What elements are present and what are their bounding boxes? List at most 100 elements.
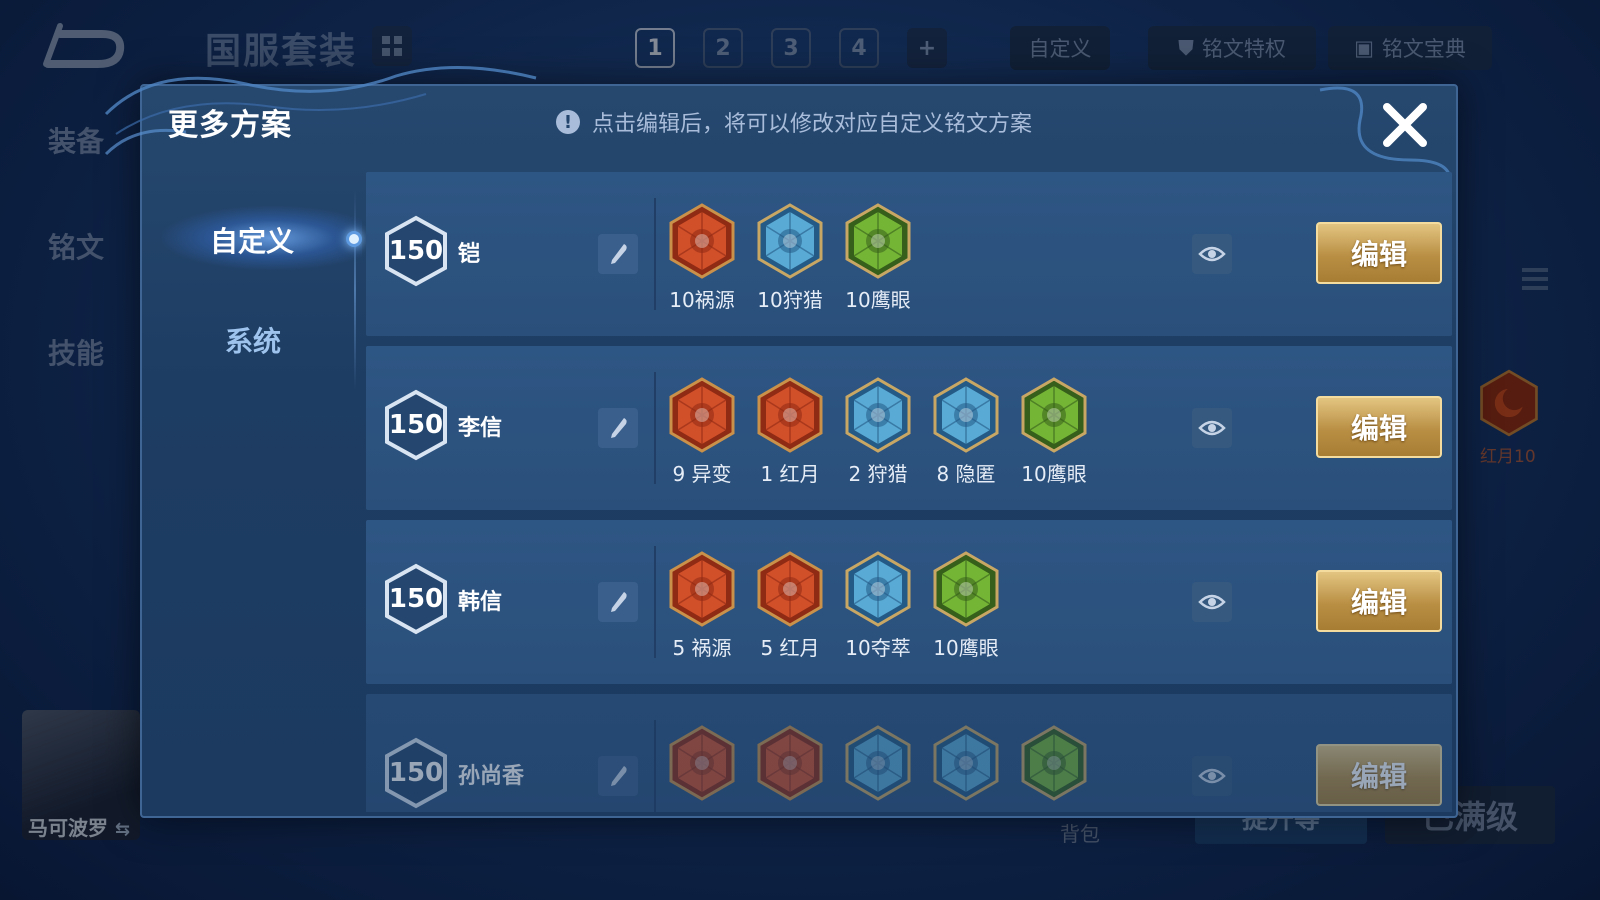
rune-privilege-button[interactable]: ⛊ 铭文特权: [1148, 26, 1316, 70]
privilege-icon: ⛊: [1178, 35, 1194, 60]
rune-item: [922, 724, 1010, 806]
rune-codex-label: 铭文宝典: [1381, 37, 1466, 61]
plan-list[interactable]: 150 铠 10祸源 10狩猎 10鹰眼 编辑 150 李信 9 异变 1 红月 2 狩猎 8 隐匿 1…: [366, 172, 1454, 812]
plan-hero-name: 韩信: [458, 590, 503, 615]
add-page-tab[interactable]: +: [907, 28, 947, 68]
rename-button[interactable]: [598, 234, 638, 274]
rune-label: 10鹰眼: [933, 636, 999, 660]
pen-icon: [611, 592, 627, 612]
rune-item: 5 红月: [746, 550, 834, 661]
tab-system[interactable]: 系统: [225, 320, 281, 360]
grid-view-button[interactable]: [372, 26, 412, 66]
bg-side-nav: 装备 铭文 技能: [48, 120, 104, 372]
rune-item: [746, 724, 834, 806]
rune-item: 10祸源: [658, 202, 746, 313]
hero-name-label: 马可波罗: [28, 816, 108, 840]
rune-item: [834, 724, 922, 806]
row-separator: [654, 546, 656, 658]
yingyan-rune-icon: [1021, 377, 1087, 453]
rune-label: 10祸源: [669, 288, 735, 312]
edit-button[interactable]: 编辑: [1316, 744, 1442, 806]
plan-row: 150 李信 9 异变 1 红月 2 狩猎 8 隐匿 10鹰眼 编辑: [366, 346, 1452, 510]
modal-title: 更多方案: [168, 108, 292, 143]
plan-hero-name: 孙尚香: [458, 764, 525, 789]
rune-set: 5 祸源 5 红月 10夺萃 10鹰眼: [658, 550, 1010, 661]
row-separator: [654, 720, 656, 812]
custom-chip[interactable]: 自定义: [1010, 26, 1110, 70]
eye-icon: [1198, 768, 1226, 784]
right-rune-label: 红月10: [1480, 447, 1536, 467]
plan-row: 150 孙尚香 编辑: [366, 694, 1452, 812]
modal-tip: ! 点击编辑后，将可以修改对应自定义铭文方案: [556, 106, 1032, 138]
eye-icon: [1198, 246, 1226, 262]
rune-set: 9 异变 1 红月 2 狩猎 8 隐匿 10鹰眼: [658, 376, 1098, 487]
shoulie-rune-icon: [757, 203, 823, 279]
page-tab-3[interactable]: 3: [771, 28, 811, 68]
plan-level: 150: [388, 758, 444, 788]
rune-label: 5 红月: [760, 636, 820, 660]
rename-button[interactable]: [598, 408, 638, 448]
page-tab-1[interactable]: 1: [635, 28, 675, 68]
huoyuan-rune-icon: [669, 551, 735, 627]
preview-button[interactable]: [1192, 582, 1232, 622]
rune-set: 10祸源 10狩猎 10鹰眼: [658, 202, 922, 313]
close-button[interactable]: [1378, 98, 1432, 152]
rune-item: 10鹰眼: [834, 202, 922, 313]
rune-codex-button[interactable]: ▣ 铭文宝典: [1328, 26, 1492, 70]
preview-button[interactable]: [1192, 756, 1232, 796]
hero-name[interactable]: 马可波罗 ⇆: [28, 812, 130, 841]
page-tab-2[interactable]: 2: [703, 28, 743, 68]
side-nav-skill[interactable]: 技能: [48, 332, 104, 372]
list-menu-icon[interactable]: [1520, 262, 1550, 298]
plan-hero-name: 李信: [458, 416, 503, 441]
rune-item: 8 隐匿: [922, 376, 1010, 487]
hongyue-rune-icon: [757, 377, 823, 453]
rune-item: 9 异变: [658, 376, 746, 487]
rename-button[interactable]: [598, 582, 638, 622]
rune-item: 10鹰眼: [922, 550, 1010, 661]
plan-hero-name: 铠: [458, 242, 481, 267]
rune-label: 9 异变: [672, 462, 732, 486]
rune-label: 10狩猎: [757, 288, 823, 312]
preview-button[interactable]: [1192, 408, 1232, 448]
rune-item: [658, 724, 746, 806]
tab-custom[interactable]: 自定义: [210, 220, 294, 260]
edit-button[interactable]: 编辑: [1316, 396, 1442, 458]
edit-button[interactable]: 编辑: [1316, 570, 1442, 632]
side-nav-rune[interactable]: 铭文: [48, 226, 104, 266]
codex-icon: ▣: [1354, 36, 1374, 60]
rune-item: 10鹰眼: [1010, 376, 1098, 487]
rune-item: 2 狩猎: [834, 376, 922, 487]
hongyue-rune-icon: [757, 551, 823, 627]
red-rune-icon: [757, 725, 823, 801]
rune-page-tabs: 1 2 3 4 +: [635, 28, 947, 68]
side-nav-equipment[interactable]: 装备: [48, 120, 104, 160]
grid-icon: [382, 36, 402, 56]
rune-privilege-label: 铭文特权: [1201, 37, 1286, 61]
pen-icon: [611, 766, 627, 786]
red-rune-icon: [669, 725, 735, 801]
bag-label: 背包: [1060, 822, 1100, 846]
yingyan-rune-icon: [933, 551, 999, 627]
yibian-rune-icon: [669, 377, 735, 453]
rune-label: 1 红月: [760, 462, 820, 486]
duocui-rune-icon: [933, 725, 999, 801]
row-separator: [654, 372, 656, 484]
plan-row: 150 韩信 5 祸源 5 红月 10夺萃 10鹰眼 编辑: [366, 520, 1452, 684]
rune-item: 10夺萃: [834, 550, 922, 661]
rune-label: 2 狩猎: [848, 462, 908, 486]
preview-button[interactable]: [1192, 234, 1232, 274]
page-tab-4[interactable]: 4: [839, 28, 879, 68]
bg-page-title: 国服套装: [205, 31, 358, 72]
close-icon: [1383, 103, 1427, 147]
rename-button[interactable]: [598, 756, 638, 796]
plan-row: 150 铠 10祸源 10狩猎 10鹰眼 编辑: [366, 172, 1452, 336]
pen-icon: [611, 418, 627, 438]
plan-level: 150: [388, 410, 444, 440]
rune-item: 10狩猎: [746, 202, 834, 313]
rune-label: 10鹰眼: [845, 288, 911, 312]
edit-button[interactable]: 编辑: [1316, 222, 1442, 284]
eye-icon: [1198, 420, 1226, 436]
modal-tip-text: 点击编辑后，将可以修改对应自定义铭文方案: [592, 112, 1033, 137]
back-arrow-icon[interactable]: [40, 22, 126, 74]
